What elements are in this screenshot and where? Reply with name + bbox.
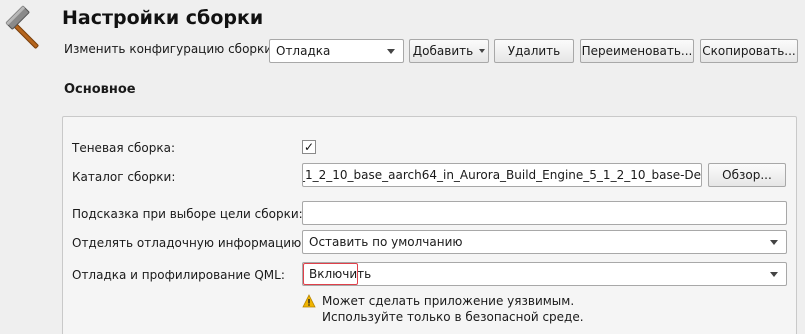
target-hint-label: Подсказка при выборе цели сборки: [72,207,303,221]
rename-button[interactable]: Переименовать... [580,39,694,63]
build-dir-input[interactable]: _1_2_10_base_aarch64_in_Aurora_Build_Eng… [302,163,702,187]
chevron-down-icon [479,49,486,53]
debug-info-value: Оставить по умолчанию [309,235,463,249]
delete-button-label: Удалить [507,44,561,58]
browse-button[interactable]: Обзор... [708,163,786,187]
warning-line-1: Может сделать приложение уязвимым. [322,294,575,308]
debug-info-select[interactable]: Оставить по умолчанию [302,230,787,254]
focus-highlight [303,263,358,285]
qml-warning: Может сделать приложение уязвимым. Испол… [302,293,584,325]
build-dir-label: Каталог сборки: [72,170,176,184]
copy-button-label: Скопировать... [702,44,796,58]
config-value: Отладка [276,44,331,58]
build-dir-value: _1_2_10_base_aarch64_in_Aurora_Build_Eng… [302,168,702,182]
rename-button-label: Переименовать... [581,44,693,58]
hammer-icon [5,5,39,49]
shadow-build-checkbox[interactable]: ✓ [302,140,316,154]
chevron-down-icon [770,272,778,277]
copy-button[interactable]: Скопировать... [700,39,798,63]
warning-icon [302,294,316,308]
delete-button[interactable]: Удалить [494,39,574,63]
qml-debug-label: Отладка и профилирование QML: [72,268,285,282]
warning-line-2: Используйте только в безопасной среде. [322,310,584,324]
qml-debug-select[interactable]: Включить [302,262,787,286]
target-hint-input[interactable] [302,201,787,225]
add-button-label: Добавить [412,44,474,58]
browse-button-label: Обзор... [722,168,772,182]
checkmark-icon: ✓ [303,140,315,154]
config-select[interactable]: Отладка [269,39,404,63]
debug-info-label: Отделять отладочную информацию: [72,236,306,250]
config-label: Изменить конфигурацию сборки: [64,42,277,56]
section-title: Основное [64,82,136,97]
chevron-down-icon [770,240,778,245]
chevron-down-icon [387,49,395,54]
shadow-build-label: Теневая сборка: [72,141,176,155]
add-button[interactable]: Добавить [409,39,489,63]
page-title: Настройки сборки [62,7,264,29]
